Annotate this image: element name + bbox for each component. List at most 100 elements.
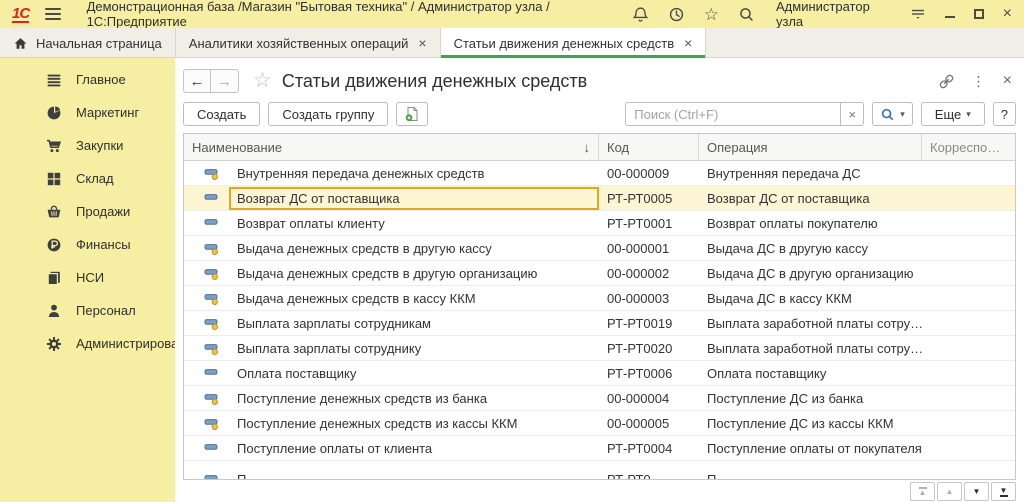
column-header-operation[interactable]: Операция <box>699 134 922 160</box>
notifications-bell-icon[interactable] <box>632 6 649 23</box>
global-search-icon[interactable] <box>738 6 755 23</box>
table-row[interactable]: Выплата зарплаты сотруднику РТ-РТ0020 Выпл… <box>184 336 1015 361</box>
history-icon[interactable] <box>668 6 685 23</box>
sidebar-item-ruble-coin[interactable]: Финансы <box>0 228 175 261</box>
cell-code[interactable]: РТ-РТ0019 <box>599 311 699 335</box>
cell-correspondence[interactable] <box>922 286 1015 310</box>
tab-1[interactable]: Аналитики хозяйственных операций × <box>176 28 441 58</box>
sidebar-item-person[interactable]: Персонал <box>0 294 175 327</box>
cell-name[interactable]: Выплата зарплаты сотрудникам <box>184 311 599 335</box>
cell-correspondence[interactable] <box>922 261 1015 285</box>
cell-correspondence[interactable] <box>922 436 1015 460</box>
cell-correspondence[interactable] <box>922 236 1015 260</box>
scroll-to-top-icon[interactable]: ▲ <box>910 482 935 501</box>
forward-button[interactable]: → <box>211 70 238 92</box>
cell-correspondence[interactable] <box>922 211 1015 235</box>
create-group-button[interactable]: Создать группу <box>268 102 389 126</box>
sidebar-item-basket[interactable]: Продажи <box>0 195 175 228</box>
search-button[interactable]: ▾ <box>872 102 913 126</box>
cell-operation[interactable]: Выдача ДС в кассу ККМ <box>699 286 922 310</box>
cell-correspondence[interactable] <box>922 336 1015 360</box>
table-row[interactable]: Выдача денежных средств в другую кассу 00… <box>184 236 1015 261</box>
current-user[interactable]: Администратор узла <box>776 0 889 29</box>
scroll-up-icon[interactable]: ▲ <box>937 482 962 501</box>
cell-name[interactable]: Выплата зарплаты сотруднику <box>184 336 599 360</box>
cell-name[interactable]: Выдача денежных средств в другую организ… <box>184 261 599 285</box>
more-options-dots-icon[interactable]: ⋮ <box>972 73 986 90</box>
window-close-icon[interactable]: × <box>1003 6 1012 22</box>
search-input[interactable] <box>625 102 841 126</box>
maximize-icon[interactable] <box>974 9 984 19</box>
column-header-correspondence[interactable]: Корреспо… <box>922 134 1015 160</box>
table-row[interactable]: Оплата поставщику РТ-РТ0006 Оплата поставщ… <box>184 361 1015 386</box>
cell-correspondence[interactable] <box>922 411 1015 435</box>
cell-code[interactable]: РТ-РТ0006 <box>599 361 699 385</box>
get-link-icon[interactable] <box>938 73 955 90</box>
cell-name[interactable]: Выдача денежных средств в кассу ККМ <box>184 286 599 310</box>
sidebar-item-pie-chart[interactable]: Маркетинг <box>0 96 175 129</box>
cell-operation[interactable]: Возврат ДС от поставщика <box>699 186 922 210</box>
sidebar-item-gear[interactable]: Администрирование <box>0 327 200 360</box>
collapse-panel-icon[interactable] <box>910 6 926 23</box>
close-form-icon[interactable]: × <box>1003 72 1012 90</box>
cell-operation[interactable]: П <box>699 467 922 479</box>
cell-correspondence[interactable] <box>922 386 1015 410</box>
cell-name[interactable]: Возврат ДС от поставщика <box>184 186 599 210</box>
help-button[interactable]: ? <box>992 102 1016 126</box>
cell-operation[interactable]: Выдача ДС в другую кассу <box>699 236 922 260</box>
cell-operation[interactable]: Выплата заработной платы сотру… <box>699 336 922 360</box>
tab-close-icon[interactable]: × <box>684 35 692 51</box>
cell-code[interactable]: РТ-РТ0 <box>599 467 699 479</box>
copy-item-button[interactable] <box>396 102 429 126</box>
tab-close-icon[interactable]: × <box>418 35 426 51</box>
create-button[interactable]: Создать <box>183 102 261 126</box>
cell-code[interactable]: 00-000005 <box>599 411 699 435</box>
add-to-favorites-star-icon[interactable]: ☆ <box>253 70 272 91</box>
column-header-name[interactable]: Наименование ↓ <box>184 134 599 160</box>
cell-name[interactable]: Поступление денежных средств из банка <box>184 386 599 410</box>
table-row[interactable]: Выдача денежных средств в другую организ… <box>184 261 1015 286</box>
cell-code[interactable]: РТ-РТ0004 <box>599 436 699 460</box>
sidebar-item-cart[interactable]: Закупки <box>0 129 175 162</box>
favorites-star-icon[interactable]: ☆ <box>704 6 719 23</box>
cell-code[interactable]: РТ-РТ0020 <box>599 336 699 360</box>
cell-operation[interactable]: Выплата заработной платы сотру… <box>699 311 922 335</box>
cell-operation[interactable]: Оплата поставщику <box>699 361 922 385</box>
table-row[interactable]: Возврат оплаты клиенту РТ-РТ0001 Возврат о… <box>184 211 1015 236</box>
table-row[interactable]: Поступление оплаты от клиента РТ-РТ0004 По… <box>184 436 1015 461</box>
cell-name[interactable]: Выдача денежных средств в другую кассу <box>184 236 599 260</box>
scroll-to-bottom-icon[interactable]: ▼ <box>991 482 1016 501</box>
table-row[interactable]: Выдача денежных средств в кассу ККМ 00-00… <box>184 286 1015 311</box>
sidebar-item-grid-blocks[interactable]: Склад <box>0 162 175 195</box>
cell-code[interactable]: 00-000002 <box>599 261 699 285</box>
cell-operation[interactable]: Возврат оплаты покупателю <box>699 211 922 235</box>
cell-code[interactable]: 00-000009 <box>599 161 699 185</box>
cell-operation[interactable]: Поступление ДС из банка <box>699 386 922 410</box>
more-button[interactable]: Еще ▾ <box>920 102 985 126</box>
table-row[interactable]: Внутренняя передача денежных средств 00-0… <box>184 161 1015 186</box>
table-row[interactable]: Выплата зарплаты сотрудникам РТ-РТ0019 Вып… <box>184 311 1015 336</box>
cell-operation[interactable]: Выдача ДС в другую организацию <box>699 261 922 285</box>
cell-name[interactable]: Возврат оплаты клиенту <box>184 211 599 235</box>
column-header-code[interactable]: Код <box>599 134 699 160</box>
scroll-down-icon[interactable]: ▼ <box>964 482 989 501</box>
cell-name[interactable]: Поступление денежных средств из кассы КК… <box>184 411 599 435</box>
main-menu-icon[interactable] <box>45 8 61 20</box>
back-button[interactable]: ← <box>184 70 211 92</box>
cell-code[interactable]: 00-000001 <box>599 236 699 260</box>
cell-correspondence[interactable] <box>922 161 1015 185</box>
cell-name[interactable]: П <box>184 467 599 479</box>
tab-2[interactable]: Статьи движения денежных средств × <box>440 28 707 58</box>
cell-name[interactable]: Внутренняя передача денежных средств <box>184 161 599 185</box>
sidebar-item-documents[interactable]: НСИ <box>0 261 175 294</box>
cell-code[interactable]: 00-000003 <box>599 286 699 310</box>
sidebar-item-menu-lines[interactable]: Главное <box>0 63 175 96</box>
table-row[interactable]: Поступление денежных средств из банка 00-… <box>184 386 1015 411</box>
cell-operation[interactable]: Поступление оплаты от покупателя <box>699 436 922 460</box>
cell-correspondence[interactable] <box>922 311 1015 335</box>
cell-name[interactable]: Оплата поставщику <box>184 361 599 385</box>
tab-home[interactable]: Начальная страница <box>0 28 176 58</box>
clear-search-icon[interactable]: × <box>840 102 865 126</box>
cell-operation[interactable]: Внутренняя передача ДС <box>699 161 922 185</box>
cell-code[interactable]: РТ-РТ0001 <box>599 211 699 235</box>
